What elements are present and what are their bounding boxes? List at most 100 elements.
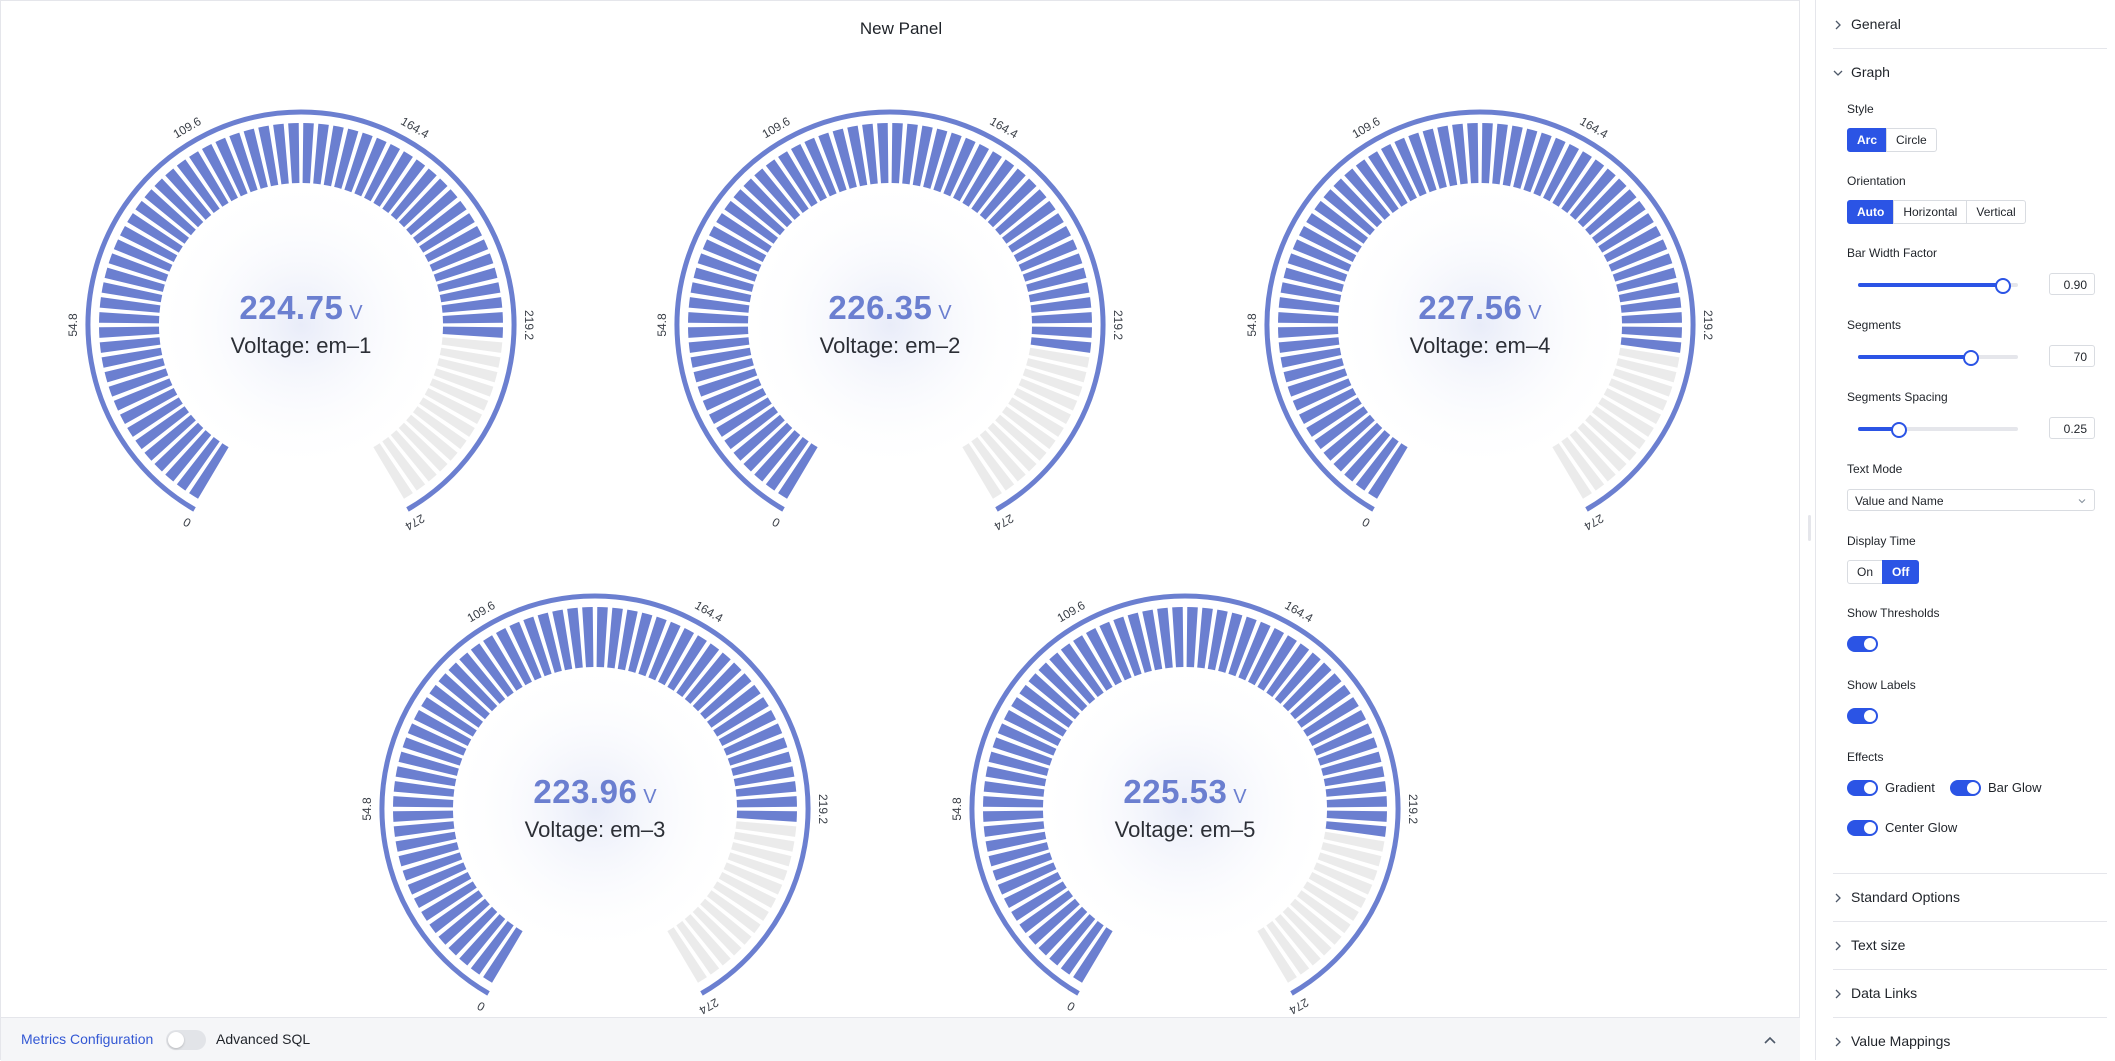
toggle-knob — [1864, 638, 1876, 650]
metrics-configuration-link[interactable]: Metrics Configuration — [21, 1031, 153, 1047]
options-sidebar: General Graph Style Arc Circle Orientati… — [1815, 0, 2115, 1060]
orientation-auto-button[interactable]: Auto — [1847, 200, 1895, 224]
gauge-tick-label: 54.8 — [360, 797, 374, 821]
gauge-value-row: 227.56 V — [1270, 289, 1690, 327]
gauge-name: Voltage: em–5 — [1114, 817, 1256, 842]
gauge-tick-label: 54.8 — [66, 313, 80, 337]
gauge-unit: V — [938, 302, 952, 324]
gauge-em-1: 0 54.8 109.6 164.4 219.2 274 224.75 V Voltage:… — [66, 101, 611, 534]
section-text-size[interactable]: Text size — [1833, 937, 1905, 953]
segments-spacing-input[interactable]: 0.25 — [2049, 417, 2095, 439]
divider — [1833, 969, 2107, 970]
center-glow-label: Center Glow — [1885, 820, 1958, 835]
section-data-links-label: Data Links — [1851, 985, 1918, 1001]
gauge-segment-filled — [582, 607, 594, 668]
gauge-tick-label: 0 — [769, 514, 782, 530]
advanced-sql-label: Advanced SQL — [216, 1031, 311, 1047]
gauge-unit: V — [1528, 302, 1542, 324]
display-time-selector: On Off — [1847, 560, 1920, 584]
gauge-tick-label: 54.8 — [1245, 313, 1259, 337]
chevron-up-icon[interactable] — [1763, 1033, 1777, 1047]
section-value-mappings-label: Value Mappings — [1851, 1033, 1951, 1049]
slider-thumb[interactable] — [1891, 422, 1907, 438]
section-general[interactable]: General — [1833, 16, 1901, 32]
gauge-value-row: 223.96 V — [385, 773, 805, 811]
section-standard-options[interactable]: Standard Options — [1833, 889, 1960, 905]
section-graph-label: Graph — [1851, 64, 1890, 80]
gauge-value: 227.56 — [1418, 289, 1523, 326]
text-mode-value: Value and Name — [1855, 494, 1944, 508]
orientation-vertical-button[interactable]: Vertical — [1966, 200, 2026, 224]
segments-input[interactable]: 70 — [2049, 345, 2095, 367]
text-mode-label: Text Mode — [1847, 462, 1903, 476]
orientation-horizontal-button[interactable]: Horizontal — [1893, 200, 1968, 224]
gauge-segment-filled — [1481, 123, 1493, 184]
center-glow-toggle[interactable] — [1847, 820, 1878, 836]
text-mode-select[interactable]: Value and Name — [1847, 489, 2095, 511]
gauge-value: 226.35 — [828, 289, 933, 326]
gauge-tick-label: 219.2 — [1111, 310, 1125, 340]
gauge-unit: V — [1233, 786, 1247, 808]
gauge-tick-label: 0 — [1359, 514, 1372, 530]
gauge-unit: V — [349, 302, 363, 324]
bar-width-slider[interactable] — [1858, 277, 2018, 294]
gauge-segment-filled — [288, 123, 300, 184]
advanced-sql-toggle[interactable] — [166, 1030, 206, 1050]
gauge-tick-label: 219.2 — [816, 794, 830, 824]
bar-width-input[interactable]: 0.90 — [2049, 273, 2095, 295]
gauge-em-3: 0 54.8 109.6 164.4 219.2 274 223.96 V Voltage:… — [360, 585, 905, 1018]
slider-thumb[interactable] — [1995, 278, 2011, 294]
display-time-on-button[interactable]: On — [1847, 560, 1884, 584]
gauge-em-4: 0 54.8 109.6 164.4 219.2 274 227.56 V Voltage:… — [1245, 101, 1790, 534]
style-circle-button[interactable]: Circle — [1886, 128, 1937, 152]
gauge-tick-label: 219.2 — [1701, 310, 1715, 340]
gauge-value: 225.53 — [1123, 773, 1228, 810]
chevron-down-icon — [2078, 499, 2086, 504]
gauge-tick-label: 274 — [991, 511, 1016, 533]
gauge-tick-label: 0 — [474, 998, 487, 1014]
gauge-value: 223.96 — [533, 773, 638, 810]
chevron-right-icon — [1835, 1037, 1841, 1047]
gauge-name: Voltage: em–4 — [1409, 333, 1551, 358]
toggle-knob — [1864, 782, 1876, 794]
gauge-tick-label: 274 — [696, 995, 721, 1017]
chevron-right-icon — [1835, 20, 1841, 30]
divider — [1833, 873, 2107, 874]
chevron-right-icon — [1835, 893, 1841, 903]
gauge-value: 224.75 — [239, 289, 344, 326]
style-selector: Arc Circle — [1847, 128, 1937, 152]
segments-slider[interactable] — [1858, 349, 2018, 366]
section-graph[interactable]: Graph — [1833, 64, 1890, 80]
gradient-label: Gradient — [1885, 780, 1935, 795]
section-value-mappings[interactable]: Value Mappings — [1833, 1033, 1950, 1049]
section-data-links[interactable]: Data Links — [1833, 985, 1917, 1001]
style-label: Style — [1847, 102, 1874, 116]
query-bar: Metrics Configuration Advanced SQL — [1, 1017, 1800, 1061]
slider-thumb[interactable] — [1963, 350, 1979, 366]
gauge-tick-label: 0 — [1064, 998, 1077, 1014]
gauge-segment-filled — [1467, 123, 1479, 184]
display-time-off-button[interactable]: Off — [1882, 560, 1920, 584]
show-labels-toggle[interactable] — [1847, 708, 1878, 724]
gradient-toggle[interactable] — [1847, 780, 1878, 796]
gauge-segment-filled — [1172, 607, 1184, 668]
gauge-segment-filled — [596, 607, 608, 668]
segments-spacing-slider[interactable] — [1858, 421, 2018, 438]
gauge-tick-label: 219.2 — [1406, 794, 1420, 824]
gauge-unit: V — [643, 786, 657, 808]
gauge-em-5: 0 54.8 109.6 164.4 219.2 274 225.53 V Voltage:… — [950, 585, 1495, 1018]
resize-handle[interactable] — [1808, 515, 1811, 541]
bar-glow-toggle[interactable] — [1950, 780, 1981, 796]
toggle-knob — [1864, 710, 1876, 722]
gauge-segment-filled — [891, 123, 903, 184]
style-arc-button[interactable]: Arc — [1847, 128, 1888, 152]
bar-glow-label: Bar Glow — [1988, 780, 2042, 795]
segments-spacing-label: Segments Spacing — [1847, 390, 1948, 404]
effects-label: Effects — [1847, 750, 1884, 764]
show-thresholds-toggle[interactable] — [1847, 636, 1878, 652]
gauge-tick-label: 0 — [180, 514, 193, 530]
gauge-value-row: 225.53 V — [975, 773, 1395, 811]
bar-width-label: Bar Width Factor — [1847, 246, 1938, 260]
gauge-value-row: 224.75 V — [91, 289, 511, 327]
gauge-tick-label: 274 — [402, 511, 427, 533]
